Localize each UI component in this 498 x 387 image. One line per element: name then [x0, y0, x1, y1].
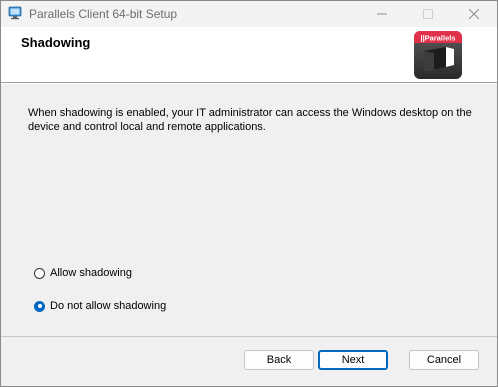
title-bar: Parallels Client 64-bit Setup	[1, 1, 497, 27]
cancel-button[interactable]: Cancel	[409, 350, 479, 370]
do-not-allow-shadowing-label: Do not allow shadowing	[50, 300, 167, 312]
maximize-icon	[423, 9, 433, 19]
window-title: Parallels Client 64-bit Setup	[29, 7, 178, 21]
maximize-button[interactable]	[405, 1, 451, 27]
allow-shadowing-radio[interactable]	[34, 267, 45, 279]
minimize-button[interactable]	[359, 1, 405, 27]
shadowing-description: When shadowing is enabled, your IT admin…	[28, 107, 472, 133]
header-divider-highlight	[1, 83, 497, 84]
footer-divider	[1, 336, 497, 337]
parallels-logo: ||Parallels	[414, 31, 462, 79]
logo-text: ||Parallels	[420, 34, 455, 43]
setup-window: Parallels Client 64-bit Setup Shadowing	[0, 0, 498, 387]
do-not-allow-shadowing-radio[interactable]	[34, 300, 45, 312]
page-title: Shadowing	[21, 35, 91, 50]
next-button[interactable]: Next	[318, 350, 388, 370]
header-banner: Shadowing ||Parallels	[1, 27, 497, 82]
allow-shadowing-option[interactable]: Allow shadowing	[34, 267, 132, 279]
minimize-icon	[377, 13, 387, 15]
do-not-allow-shadowing-option[interactable]: Do not allow shadowing	[34, 300, 166, 312]
installer-icon	[8, 6, 22, 20]
close-icon	[469, 9, 479, 19]
allow-shadowing-label: Allow shadowing	[50, 267, 132, 279]
back-button[interactable]: Back	[244, 350, 314, 370]
close-button[interactable]	[451, 1, 497, 27]
